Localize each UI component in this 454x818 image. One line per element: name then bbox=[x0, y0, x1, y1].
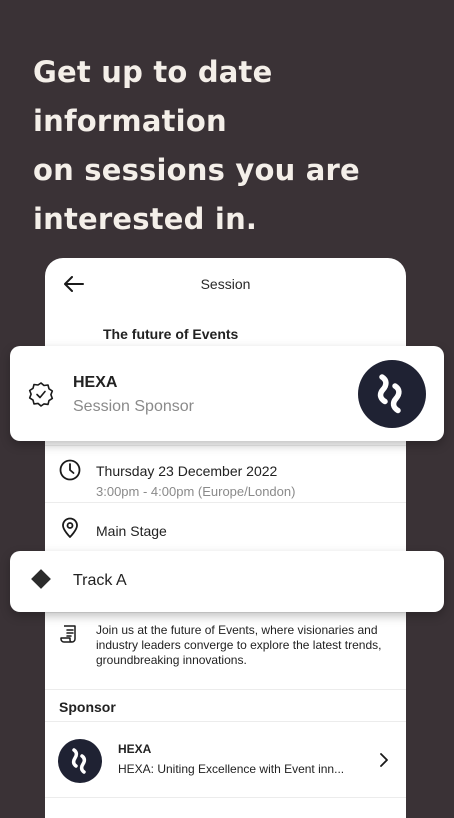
headline-line-1: Get up to date bbox=[33, 55, 273, 89]
hexa-logo bbox=[58, 739, 102, 783]
location-pin-icon bbox=[62, 517, 78, 538]
document-icon bbox=[60, 625, 76, 643]
session-location-row: Main Stage bbox=[45, 502, 406, 551]
headline-line-4: interested in. bbox=[33, 202, 258, 236]
chevron-right-icon bbox=[380, 753, 388, 767]
divider bbox=[45, 797, 406, 798]
track-label: Track A bbox=[73, 572, 127, 589]
session-location: Main Stage bbox=[96, 523, 167, 539]
sponsor-name: HEXA bbox=[118, 742, 152, 756]
hexa-logo-mark-icon bbox=[71, 748, 87, 774]
sponsor-section-heading: Sponsor bbox=[59, 699, 116, 715]
hexa-logo-mark-icon bbox=[377, 374, 402, 414]
session-sponsor-card[interactable]: HEXA Session Sponsor bbox=[10, 346, 444, 441]
session-time: 3:00pm - 4:00pm (Europe/London) bbox=[96, 484, 296, 499]
headline-line-2: information bbox=[33, 104, 227, 138]
sponsor-card-role: Session Sponsor bbox=[73, 398, 194, 415]
hexa-logo bbox=[358, 360, 426, 428]
session-description-row: Join us at the future of Events, where v… bbox=[45, 612, 406, 691]
session-screen: Session The future of Events Thursday 23… bbox=[45, 258, 406, 818]
verified-badge-icon bbox=[28, 382, 54, 407]
session-date: Thursday 23 December 2022 bbox=[96, 463, 278, 479]
sponsor-description: HEXA: Uniting Excellence with Event inn.… bbox=[118, 762, 345, 776]
headline-line-3: on sessions you are bbox=[33, 153, 360, 187]
session-datetime-row: Thursday 23 December 2022 3:00pm - 4:00p… bbox=[45, 445, 406, 503]
promo-headline: Get up to date information on sessions y… bbox=[33, 48, 433, 244]
track-card[interactable]: Track A bbox=[10, 551, 444, 612]
clock-icon bbox=[59, 459, 81, 481]
top-bar: Session bbox=[45, 258, 406, 310]
diamond-icon bbox=[31, 569, 51, 589]
sponsor-list-item[interactable]: HEXA HEXA: Uniting Excellence with Event… bbox=[45, 721, 406, 798]
page-title: Session bbox=[200, 276, 251, 292]
divider bbox=[45, 689, 406, 690]
session-title: The future of Events bbox=[103, 326, 239, 342]
sponsor-card-name: HEXA bbox=[73, 374, 118, 391]
session-description: Join us at the future of Events, where v… bbox=[96, 623, 382, 667]
